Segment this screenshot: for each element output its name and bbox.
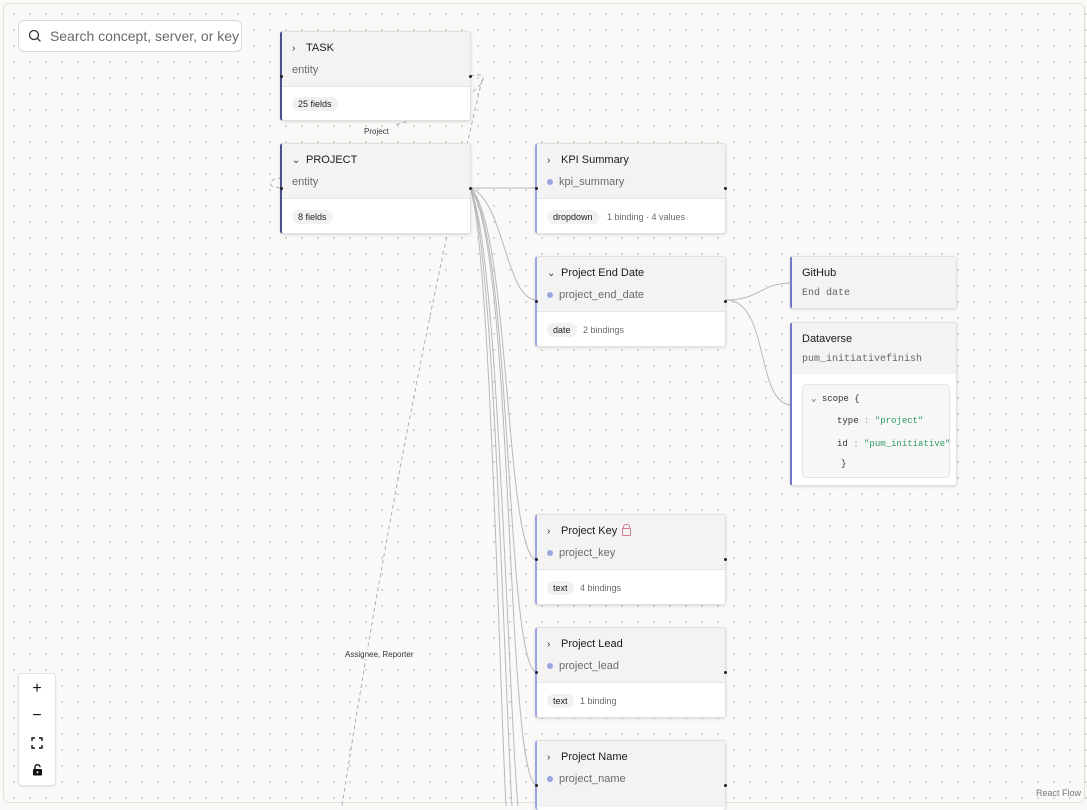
scope-key-type: type — [837, 416, 859, 426]
source-handle[interactable] — [724, 671, 727, 674]
field-meta: 1 binding — [580, 696, 617, 706]
field-key: project_end_date — [559, 289, 645, 301]
field-key: project_lead — [559, 660, 619, 672]
fit-view-icon — [31, 736, 43, 749]
chevron-right-icon[interactable]: › — [547, 752, 561, 763]
source-handle[interactable] — [724, 784, 727, 787]
field-meta: 2 bindings — [583, 325, 625, 335]
field-title: Project End Date — [561, 267, 645, 279]
edge-project-more-1 — [469, 187, 507, 806]
edge-label-assignee-reporter: Assignee, Reporter — [343, 650, 416, 659]
field-key: project_key — [559, 547, 616, 559]
field-key: project_name — [559, 773, 626, 785]
target-handle[interactable] — [280, 187, 283, 190]
scope-key-id: id — [837, 439, 848, 449]
field-meta: 4 bindings — [580, 583, 622, 593]
source-key: End date — [802, 288, 851, 299]
source-handle[interactable] — [469, 75, 472, 78]
chevron-down-icon[interactable]: ⌄ — [292, 155, 306, 166]
target-handle[interactable] — [535, 558, 538, 561]
flow-controls: + − — [18, 673, 56, 786]
unlock-icon — [32, 763, 42, 775]
target-handle[interactable] — [535, 671, 538, 674]
field-type-badge: text — [547, 694, 574, 708]
source-node-github[interactable]: GitHub End date — [790, 256, 957, 309]
field-node-kpi-summary[interactable]: › KPI Summary kpi_summary dropdown 1 bind… — [535, 143, 727, 234]
edge-project-more-2 — [469, 187, 513, 806]
source-handle[interactable] — [724, 187, 727, 190]
chevron-down-icon[interactable]: ⌄ — [547, 268, 561, 279]
entity-title: PROJECT — [306, 154, 358, 166]
chevron-down-icon[interactable]: ⌄ — [811, 394, 816, 404]
source-handle[interactable] — [724, 300, 727, 303]
source-handle[interactable] — [724, 558, 727, 561]
source-title: GitHub — [802, 267, 837, 279]
field-count-badge: 25 fields — [292, 97, 338, 111]
scope-label: scope { — [821, 394, 860, 404]
field-meta: 1 binding · 4 values — [607, 212, 686, 222]
lock-icon — [622, 524, 632, 536]
field-title: Project Name — [561, 751, 628, 763]
scope-close: } — [841, 459, 847, 469]
search-box[interactable] — [18, 20, 242, 52]
status-dot — [547, 292, 553, 298]
entity-node-task[interactable]: › TASK entity 25 fields — [280, 31, 472, 121]
field-node-project-end-date[interactable]: ⌄ Project End Date project_end_date date … — [535, 256, 727, 347]
field-count-badge: 8 fields — [292, 210, 333, 224]
zoom-out-button[interactable]: − — [19, 702, 55, 729]
field-node-project-key[interactable]: › Project Key project_key text 4 bindings — [535, 514, 727, 605]
toggle-interactivity-button[interactable] — [19, 756, 55, 783]
status-dot — [547, 663, 553, 669]
fit-view-button[interactable] — [19, 729, 55, 756]
status-dot — [547, 776, 553, 782]
chevron-right-icon[interactable]: › — [547, 639, 561, 650]
chevron-right-icon[interactable]: › — [547, 526, 561, 537]
field-title: Project Lead — [561, 638, 623, 650]
edge-end-date-dataverse — [725, 299, 793, 406]
chevron-right-icon[interactable]: › — [547, 155, 561, 166]
edge-project-name — [469, 187, 538, 786]
source-node-dataverse[interactable]: Dataverse pum_initiativefinish ⌄ scope {… — [790, 322, 957, 486]
target-handle[interactable] — [535, 784, 538, 787]
entity-kind: entity — [292, 64, 319, 76]
source-key: pum_initiativefinish — [802, 354, 923, 365]
chevron-right-icon[interactable]: › — [292, 43, 306, 54]
field-type-badge: date — [547, 323, 577, 337]
entity-title: TASK — [306, 42, 334, 54]
target-handle[interactable] — [535, 300, 538, 303]
field-type-badge: text — [547, 581, 574, 595]
scope-block: ⌄ scope { type : "project" id : "pum_ini… — [802, 384, 950, 478]
status-dot — [547, 179, 553, 185]
edge-end-date-github — [725, 282, 793, 301]
source-handle[interactable] — [469, 187, 472, 190]
field-key: kpi_summary — [559, 176, 625, 188]
zoom-in-button[interactable]: + — [19, 675, 55, 702]
field-title: Project Key — [561, 525, 618, 537]
target-handle[interactable] — [535, 187, 538, 190]
status-dot — [547, 550, 553, 556]
react-flow-attribution[interactable]: React Flow — [1036, 788, 1081, 798]
source-title: Dataverse — [802, 333, 853, 345]
field-type-badge: dropdown — [547, 210, 599, 224]
field-title: KPI Summary — [561, 154, 629, 166]
plus-icon: + — [32, 679, 42, 697]
edge-label-project: Project — [362, 127, 391, 136]
minus-icon: − — [32, 706, 42, 724]
scope-value-id: "pum_initiative" — [864, 439, 951, 449]
target-handle[interactable] — [280, 75, 283, 78]
scope-value-type: "project" — [874, 416, 924, 426]
field-node-project-lead[interactable]: › Project Lead project_lead text 1 bindin… — [535, 627, 727, 718]
entity-kind: entity — [292, 176, 319, 188]
field-node-project-name[interactable]: › Project Name project_name — [535, 740, 727, 810]
entity-node-project[interactable]: ⌄ PROJECT entity 8 fields — [280, 143, 472, 234]
search-icon — [28, 29, 41, 42]
search-input[interactable] — [47, 27, 241, 45]
